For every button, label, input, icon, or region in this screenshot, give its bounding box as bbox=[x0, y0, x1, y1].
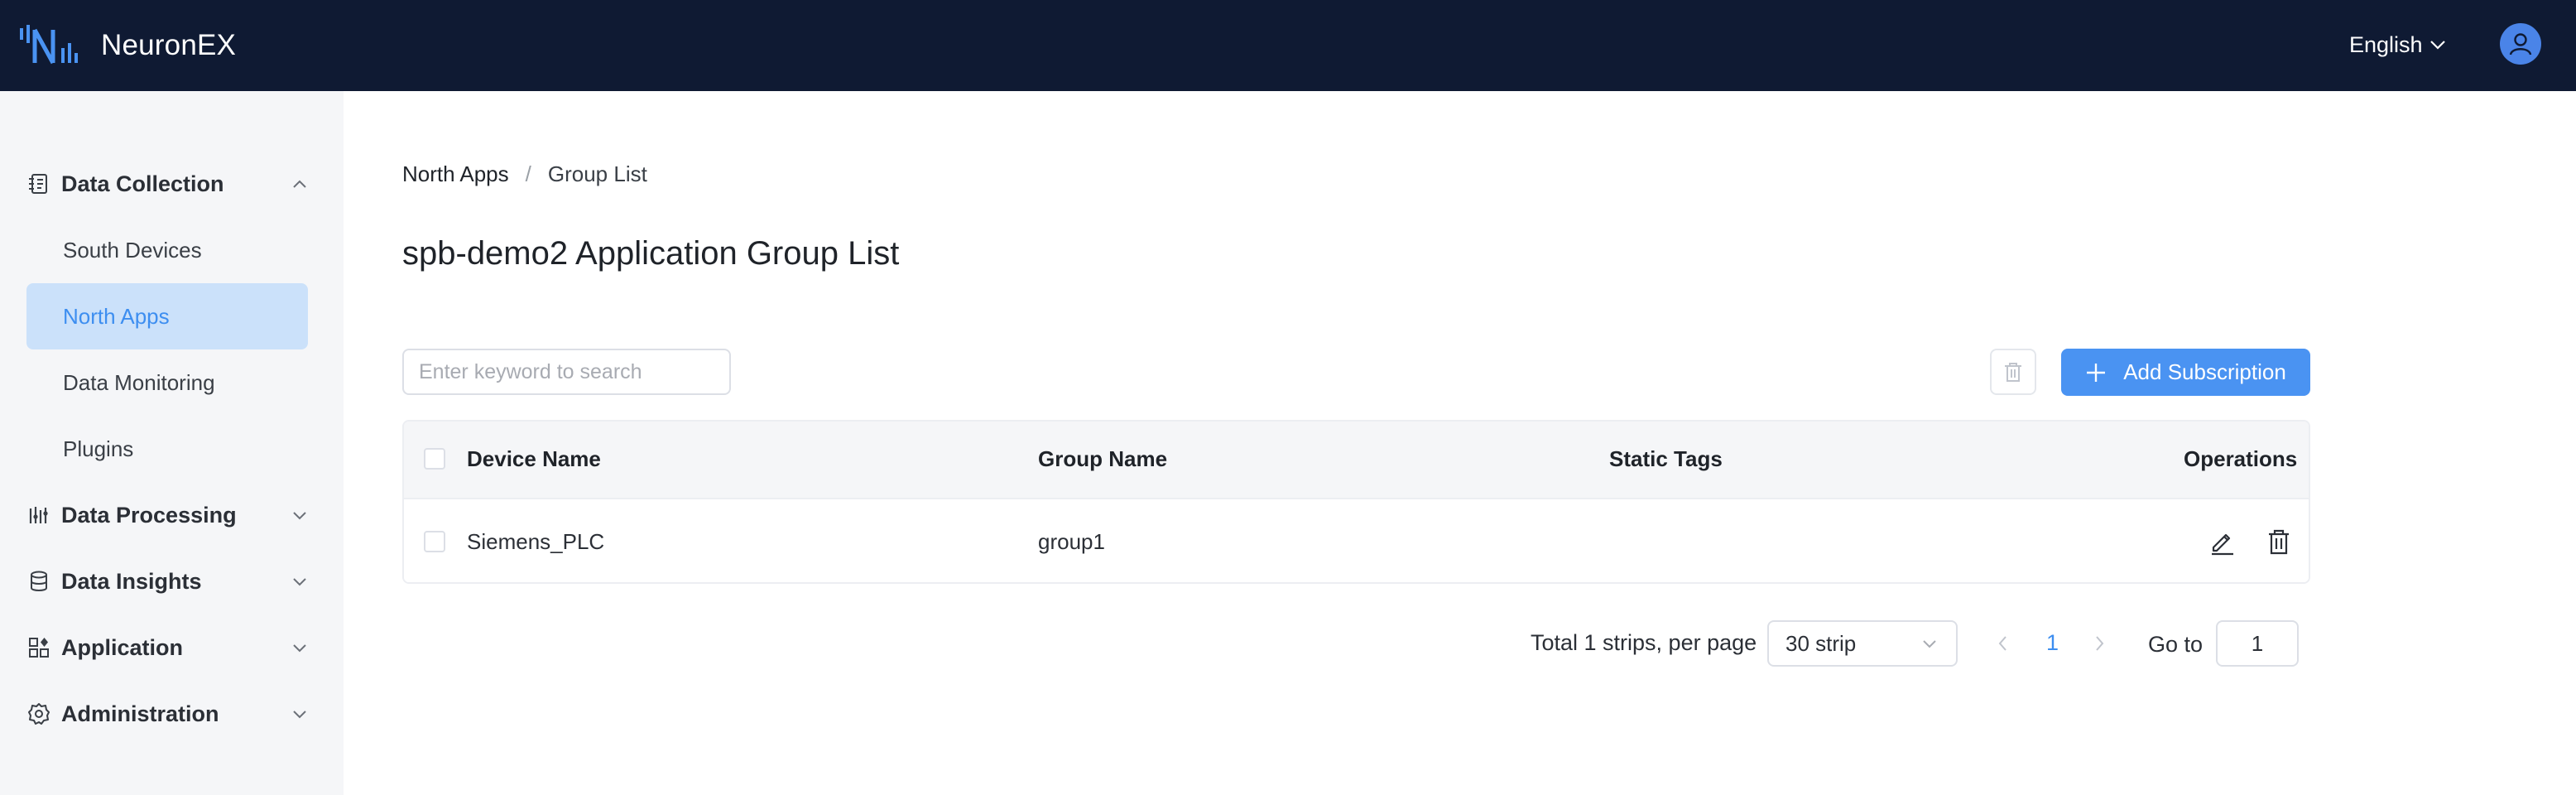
language-selector[interactable]: English bbox=[2349, 28, 2446, 61]
table-header: Device Name Group Name Static Tags Opera… bbox=[404, 422, 2309, 499]
top-header: NeuronEX English bbox=[0, 0, 2576, 91]
application-icon bbox=[26, 635, 51, 660]
data-collection-icon bbox=[26, 171, 51, 196]
sidebar: Data Collection South Devices North Apps… bbox=[0, 91, 344, 795]
sidebar-group-label: Data Collection bbox=[61, 171, 224, 196]
app-logo[interactable]: NeuronEX bbox=[20, 22, 236, 70]
edit-icon[interactable] bbox=[2208, 528, 2237, 556]
chevron-down-icon bbox=[293, 644, 306, 653]
select-all-checkbox[interactable] bbox=[424, 448, 445, 470]
chevron-down-icon bbox=[293, 711, 306, 719]
sidebar-group-label: Application bbox=[61, 634, 183, 660]
database-icon bbox=[26, 569, 51, 594]
sidebar-item-south-devices[interactable]: South Devices bbox=[26, 217, 308, 283]
breadcrumb: North Apps / Group List bbox=[402, 159, 647, 189]
chevron-down-icon bbox=[2429, 41, 2445, 50]
sidebar-item-data-monitoring[interactable]: Data Monitoring bbox=[26, 349, 308, 416]
cell-device-name: Siemens_PLC bbox=[467, 529, 605, 554]
page-title: spb-demo2 Application Group List bbox=[402, 235, 900, 272]
sidebar-group-administration[interactable]: Administration bbox=[26, 689, 308, 739]
search-input[interactable] bbox=[402, 349, 731, 395]
column-header-device-name: Device Name bbox=[467, 446, 601, 471]
data-processing-icon bbox=[26, 503, 51, 528]
cell-group-name: group1 bbox=[1038, 529, 1105, 554]
gear-icon bbox=[26, 701, 51, 726]
table-row: Siemens_PLC group1 bbox=[404, 501, 2309, 582]
neuronex-logo-icon bbox=[20, 25, 78, 65]
column-header-static-tags: Static Tags bbox=[1609, 446, 1723, 471]
chevron-down-icon bbox=[293, 578, 306, 586]
row-checkbox[interactable] bbox=[424, 531, 445, 552]
trash-icon bbox=[2005, 363, 2021, 382]
column-header-operations: Operations bbox=[2184, 446, 2298, 471]
app-name: NeuronEX bbox=[101, 29, 237, 61]
sidebar-group-label: Administration bbox=[61, 701, 219, 726]
sidebar-group-data-insights[interactable]: Data Insights bbox=[26, 556, 308, 606]
sidebar-item-label: South Devices bbox=[63, 237, 202, 263]
chevron-up-icon bbox=[293, 180, 306, 188]
page-number-current[interactable]: 1 bbox=[2046, 628, 2059, 658]
plus-icon bbox=[2087, 363, 2106, 382]
sidebar-group-label: Data Insights bbox=[61, 568, 202, 594]
goto-page-input[interactable] bbox=[2216, 620, 2299, 667]
batch-delete-button[interactable] bbox=[1990, 349, 2036, 395]
sidebar-item-label: Data Monitoring bbox=[63, 369, 215, 395]
sidebar-group-data-collection[interactable]: Data Collection bbox=[26, 159, 308, 209]
chevron-down-icon bbox=[1923, 640, 1936, 648]
sidebar-item-label: North Apps bbox=[63, 303, 170, 329]
sidebar-group-data-processing[interactable]: Data Processing bbox=[26, 490, 308, 540]
next-page-icon[interactable] bbox=[2091, 632, 2107, 655]
sidebar-group-label: Data Processing bbox=[61, 502, 237, 528]
page-size-select[interactable]: 30 strip bbox=[1767, 620, 1958, 667]
sidebar-item-plugins[interactable]: Plugins bbox=[26, 416, 308, 482]
add-subscription-label: Add Subscription bbox=[2123, 359, 2286, 384]
user-icon bbox=[2509, 33, 2532, 55]
breadcrumb-current: Group List bbox=[547, 161, 647, 186]
sidebar-group-application[interactable]: Application bbox=[26, 623, 308, 672]
language-label: English bbox=[2349, 31, 2423, 57]
breadcrumb-separator: / bbox=[525, 161, 531, 186]
prev-page-icon[interactable] bbox=[1995, 632, 2011, 655]
sidebar-item-north-apps[interactable]: North Apps bbox=[26, 283, 308, 349]
pagination-total: Total 1 strips, per page bbox=[1531, 630, 1757, 655]
column-header-group-name: Group Name bbox=[1038, 446, 1168, 471]
breadcrumb-link-north-apps[interactable]: North Apps bbox=[402, 161, 509, 187]
delete-icon[interactable] bbox=[2265, 528, 2293, 556]
chevron-down-icon bbox=[293, 512, 306, 520]
group-table: Device Name Group Name Static Tags Opera… bbox=[402, 420, 2310, 584]
page-size-value: 30 strip bbox=[1785, 630, 1857, 656]
goto-label: Go to bbox=[2148, 632, 2204, 657]
sidebar-item-label: Plugins bbox=[63, 436, 134, 461]
user-avatar[interactable] bbox=[2500, 23, 2541, 65]
add-subscription-button[interactable]: Add Subscription bbox=[2061, 349, 2310, 396]
